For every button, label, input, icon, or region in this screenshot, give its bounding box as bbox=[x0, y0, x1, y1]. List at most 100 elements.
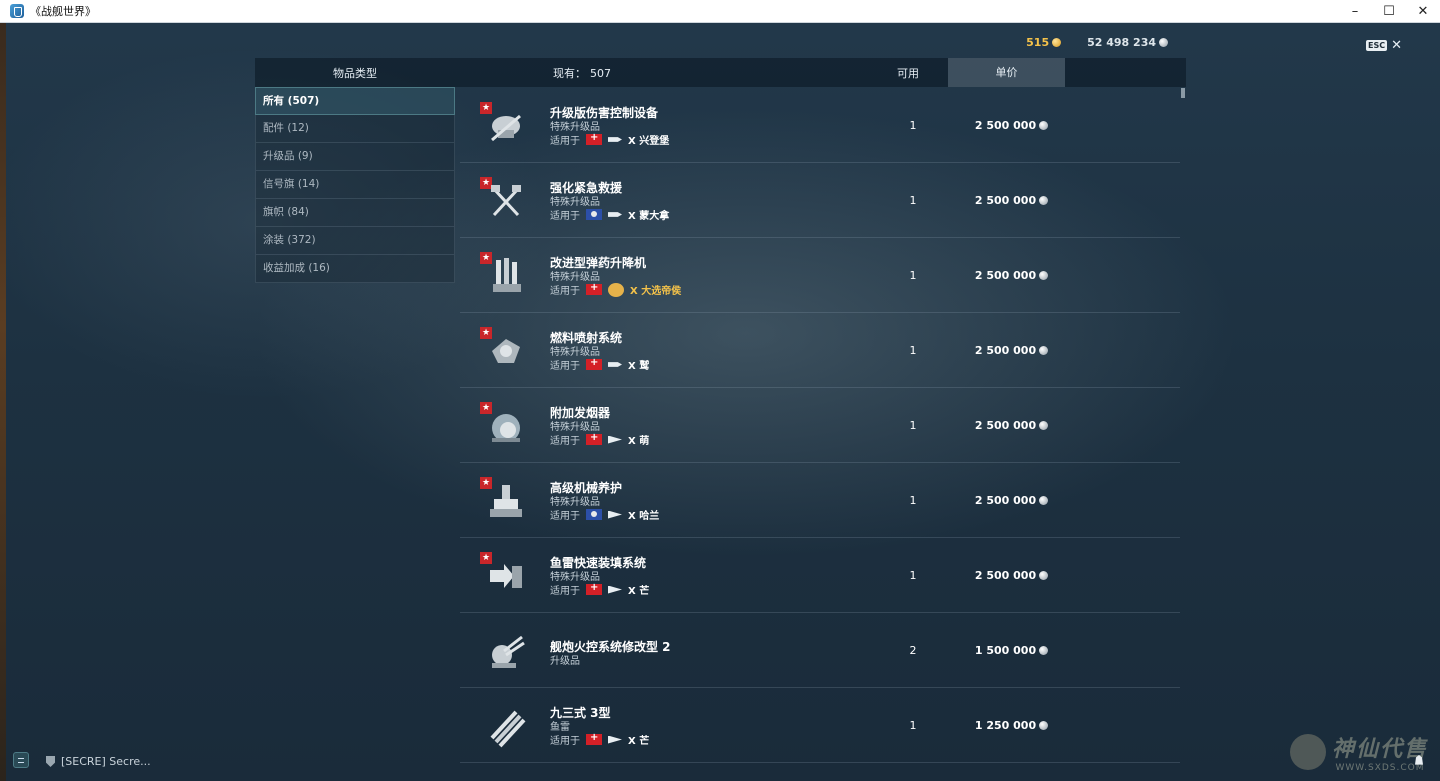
item-applies: 适用于 X 鹫 bbox=[550, 357, 649, 372]
ship-name: X 鹫 bbox=[628, 361, 650, 372]
list-item[interactable]: ★ 改进型弹药升降机 特殊升级品 适用于 X 大选帝侯 1 2 500 000 bbox=[460, 238, 1180, 313]
doubloons-balance: 515 bbox=[1026, 36, 1062, 49]
list-item[interactable]: 舰炮火控系统修改型 2 升级品 2 1 500 000 bbox=[460, 613, 1180, 688]
available-column-header[interactable]: 可用 bbox=[868, 65, 948, 81]
esc-close-button[interactable]: ESC ✕ bbox=[1365, 38, 1402, 53]
ship-name: X 萌 bbox=[628, 436, 650, 447]
germany-flag-icon bbox=[586, 282, 602, 295]
clan-shield-icon bbox=[46, 756, 55, 767]
category-modules[interactable]: 配件 (12) bbox=[255, 115, 455, 143]
item-price: 2 500 000 bbox=[953, 569, 1070, 582]
damage-control-icon bbox=[491, 114, 521, 142]
item-applies: 适用于 X 哈兰 bbox=[550, 507, 659, 522]
credit-icon bbox=[1039, 196, 1049, 205]
applies-label: 适用于 bbox=[550, 211, 580, 222]
item-list: ★ 升级版伤害控制设备 特殊升级品 适用于 X 兴登堡 1 2 500 000 … bbox=[460, 88, 1180, 781]
ammo-hoist-icon bbox=[493, 258, 521, 292]
inventory-count: 现有： 507 bbox=[455, 65, 868, 81]
clan-label: [SECRE] Secre... bbox=[61, 755, 151, 768]
applies-label: 适用于 bbox=[550, 286, 580, 297]
category-economic-bonuses[interactable]: 收益加成 (16) bbox=[255, 255, 455, 283]
credit-icon bbox=[1039, 346, 1049, 355]
germany-flag-icon bbox=[586, 132, 602, 145]
applies-label: 适用于 bbox=[550, 586, 580, 597]
watermark-text: 神仙代售 WWW.SXDS.COM bbox=[1332, 731, 1428, 773]
item-price: 1 500 000 bbox=[953, 644, 1070, 657]
credit-icon bbox=[1039, 496, 1049, 505]
item-available: 1 bbox=[909, 344, 917, 357]
category-all[interactable]: 所有 (507) bbox=[255, 87, 455, 115]
item-price: 2 500 000 bbox=[953, 269, 1070, 282]
list-item[interactable]: ★ 附加发烟器 特殊升级品 适用于 X 萌 1 2 500 000 bbox=[460, 388, 1180, 463]
category-sidebar: 所有 (507) 配件 (12) 升级品 (9) 信号旗 (14) 旗帜 (84… bbox=[255, 87, 455, 283]
torpedo-icon bbox=[490, 710, 526, 748]
destroyer-class-icon bbox=[608, 585, 622, 594]
item-applies: 适用于 X 芒 bbox=[550, 732, 649, 747]
list-item[interactable]: ★ 高级机械养护 特殊升级品 适用于 X 哈兰 1 2 500 000 bbox=[460, 463, 1180, 538]
item-available: 1 bbox=[909, 494, 917, 507]
list-item[interactable]: ★ 强化紧急救援 特殊升级品 适用于 X 蒙大拿 1 2 500 000 bbox=[460, 163, 1180, 238]
credit-icon bbox=[1039, 421, 1049, 430]
item-price: 2 500 000 bbox=[953, 494, 1070, 507]
list-item[interactable]: 九三式 3型 鱼雷 适用于 X 芒 1 1 250 000 bbox=[460, 688, 1180, 763]
usa-flag-icon bbox=[586, 209, 602, 220]
item-type: 特殊升级品 bbox=[550, 422, 600, 433]
destroyer-class-icon bbox=[608, 735, 622, 744]
price-value: 2 500 000 bbox=[974, 419, 1037, 432]
table-header: 物品类型 现有： 507 可用 单价 bbox=[255, 58, 1186, 87]
europe-flag-icon bbox=[586, 432, 602, 445]
price-value: 2 500 000 bbox=[974, 344, 1037, 357]
list-scrollbar[interactable] bbox=[1181, 88, 1185, 98]
item-applies: 适用于 X 大选帝侯 bbox=[550, 282, 681, 297]
item-applies: 适用于 X 萌 bbox=[550, 432, 649, 447]
item-applies: 适用于 X 蒙大拿 bbox=[550, 207, 669, 222]
ship-name: X 芒 bbox=[628, 736, 650, 747]
credit-icon bbox=[1039, 121, 1049, 130]
chat-button[interactable] bbox=[13, 752, 29, 768]
category-flags[interactable]: 旗帜 (84) bbox=[255, 199, 455, 227]
list-item[interactable]: ★ 鱼雷快速装填系统 特殊升级品 适用于 X 芒 1 2 500 000 bbox=[460, 538, 1180, 613]
price-value: 1 250 000 bbox=[974, 719, 1037, 732]
item-price: 2 500 000 bbox=[953, 344, 1070, 357]
clan-info[interactable]: [SECRE] Secre... bbox=[46, 755, 151, 768]
price-value: 2 500 000 bbox=[974, 494, 1037, 507]
esc-key-label: ESC bbox=[1365, 40, 1388, 51]
destroyer-class-icon bbox=[608, 362, 622, 367]
engine-maintenance-icon bbox=[490, 485, 522, 517]
doubloons-value: 515 bbox=[1026, 36, 1050, 49]
count-value: 507 bbox=[590, 66, 611, 80]
item-type: 特殊升级品 bbox=[550, 347, 600, 358]
ship-name: X 兴登堡 bbox=[628, 136, 670, 147]
europe-flag-icon bbox=[586, 732, 602, 745]
item-type: 特殊升级品 bbox=[550, 197, 600, 208]
doubloon-icon bbox=[1052, 38, 1062, 47]
europe-flag-icon bbox=[586, 357, 602, 370]
close-window-button[interactable]: ✕ bbox=[1406, 0, 1440, 23]
app-icon bbox=[10, 4, 24, 18]
item-type: 特殊升级品 bbox=[550, 122, 600, 133]
ship-name: X 哈兰 bbox=[628, 511, 660, 522]
item-applies: 适用于 X 兴登堡 bbox=[550, 132, 669, 147]
destroyer-class-icon bbox=[608, 510, 622, 519]
minimize-button[interactable]: – bbox=[1338, 0, 1372, 23]
credit-icon bbox=[1039, 271, 1049, 280]
category-signals[interactable]: 信号旗 (14) bbox=[255, 171, 455, 199]
list-item[interactable]: ★ 升级版伤害控制设备 特殊升级品 适用于 X 兴登堡 1 2 500 000 bbox=[460, 88, 1180, 163]
credit-icon bbox=[1039, 646, 1049, 655]
applies-label: 适用于 bbox=[550, 136, 580, 147]
category-header: 物品类型 bbox=[333, 66, 377, 80]
list-item[interactable]: ★ 燃料喷射系统 特殊升级品 适用于 X 鹫 1 2 500 000 bbox=[460, 313, 1180, 388]
item-price: 2 500 000 bbox=[953, 194, 1070, 207]
watermark-logo-icon bbox=[1289, 734, 1326, 770]
item-available: 1 bbox=[909, 119, 917, 132]
maximize-button[interactable]: ☐ bbox=[1372, 0, 1406, 23]
category-upgrades[interactable]: 升级品 (9) bbox=[255, 143, 455, 171]
price-value: 2 500 000 bbox=[974, 269, 1037, 282]
category-camouflage[interactable]: 涂装 (372) bbox=[255, 227, 455, 255]
item-type: 特殊升级品 bbox=[550, 497, 600, 508]
fire-control-icon bbox=[492, 635, 525, 668]
emergency-repair-icon bbox=[491, 185, 521, 217]
price-column-header[interactable]: 单价 bbox=[948, 58, 1065, 87]
ship-name: X 芒 bbox=[628, 586, 650, 597]
ship-name: X 蒙大拿 bbox=[628, 211, 670, 222]
